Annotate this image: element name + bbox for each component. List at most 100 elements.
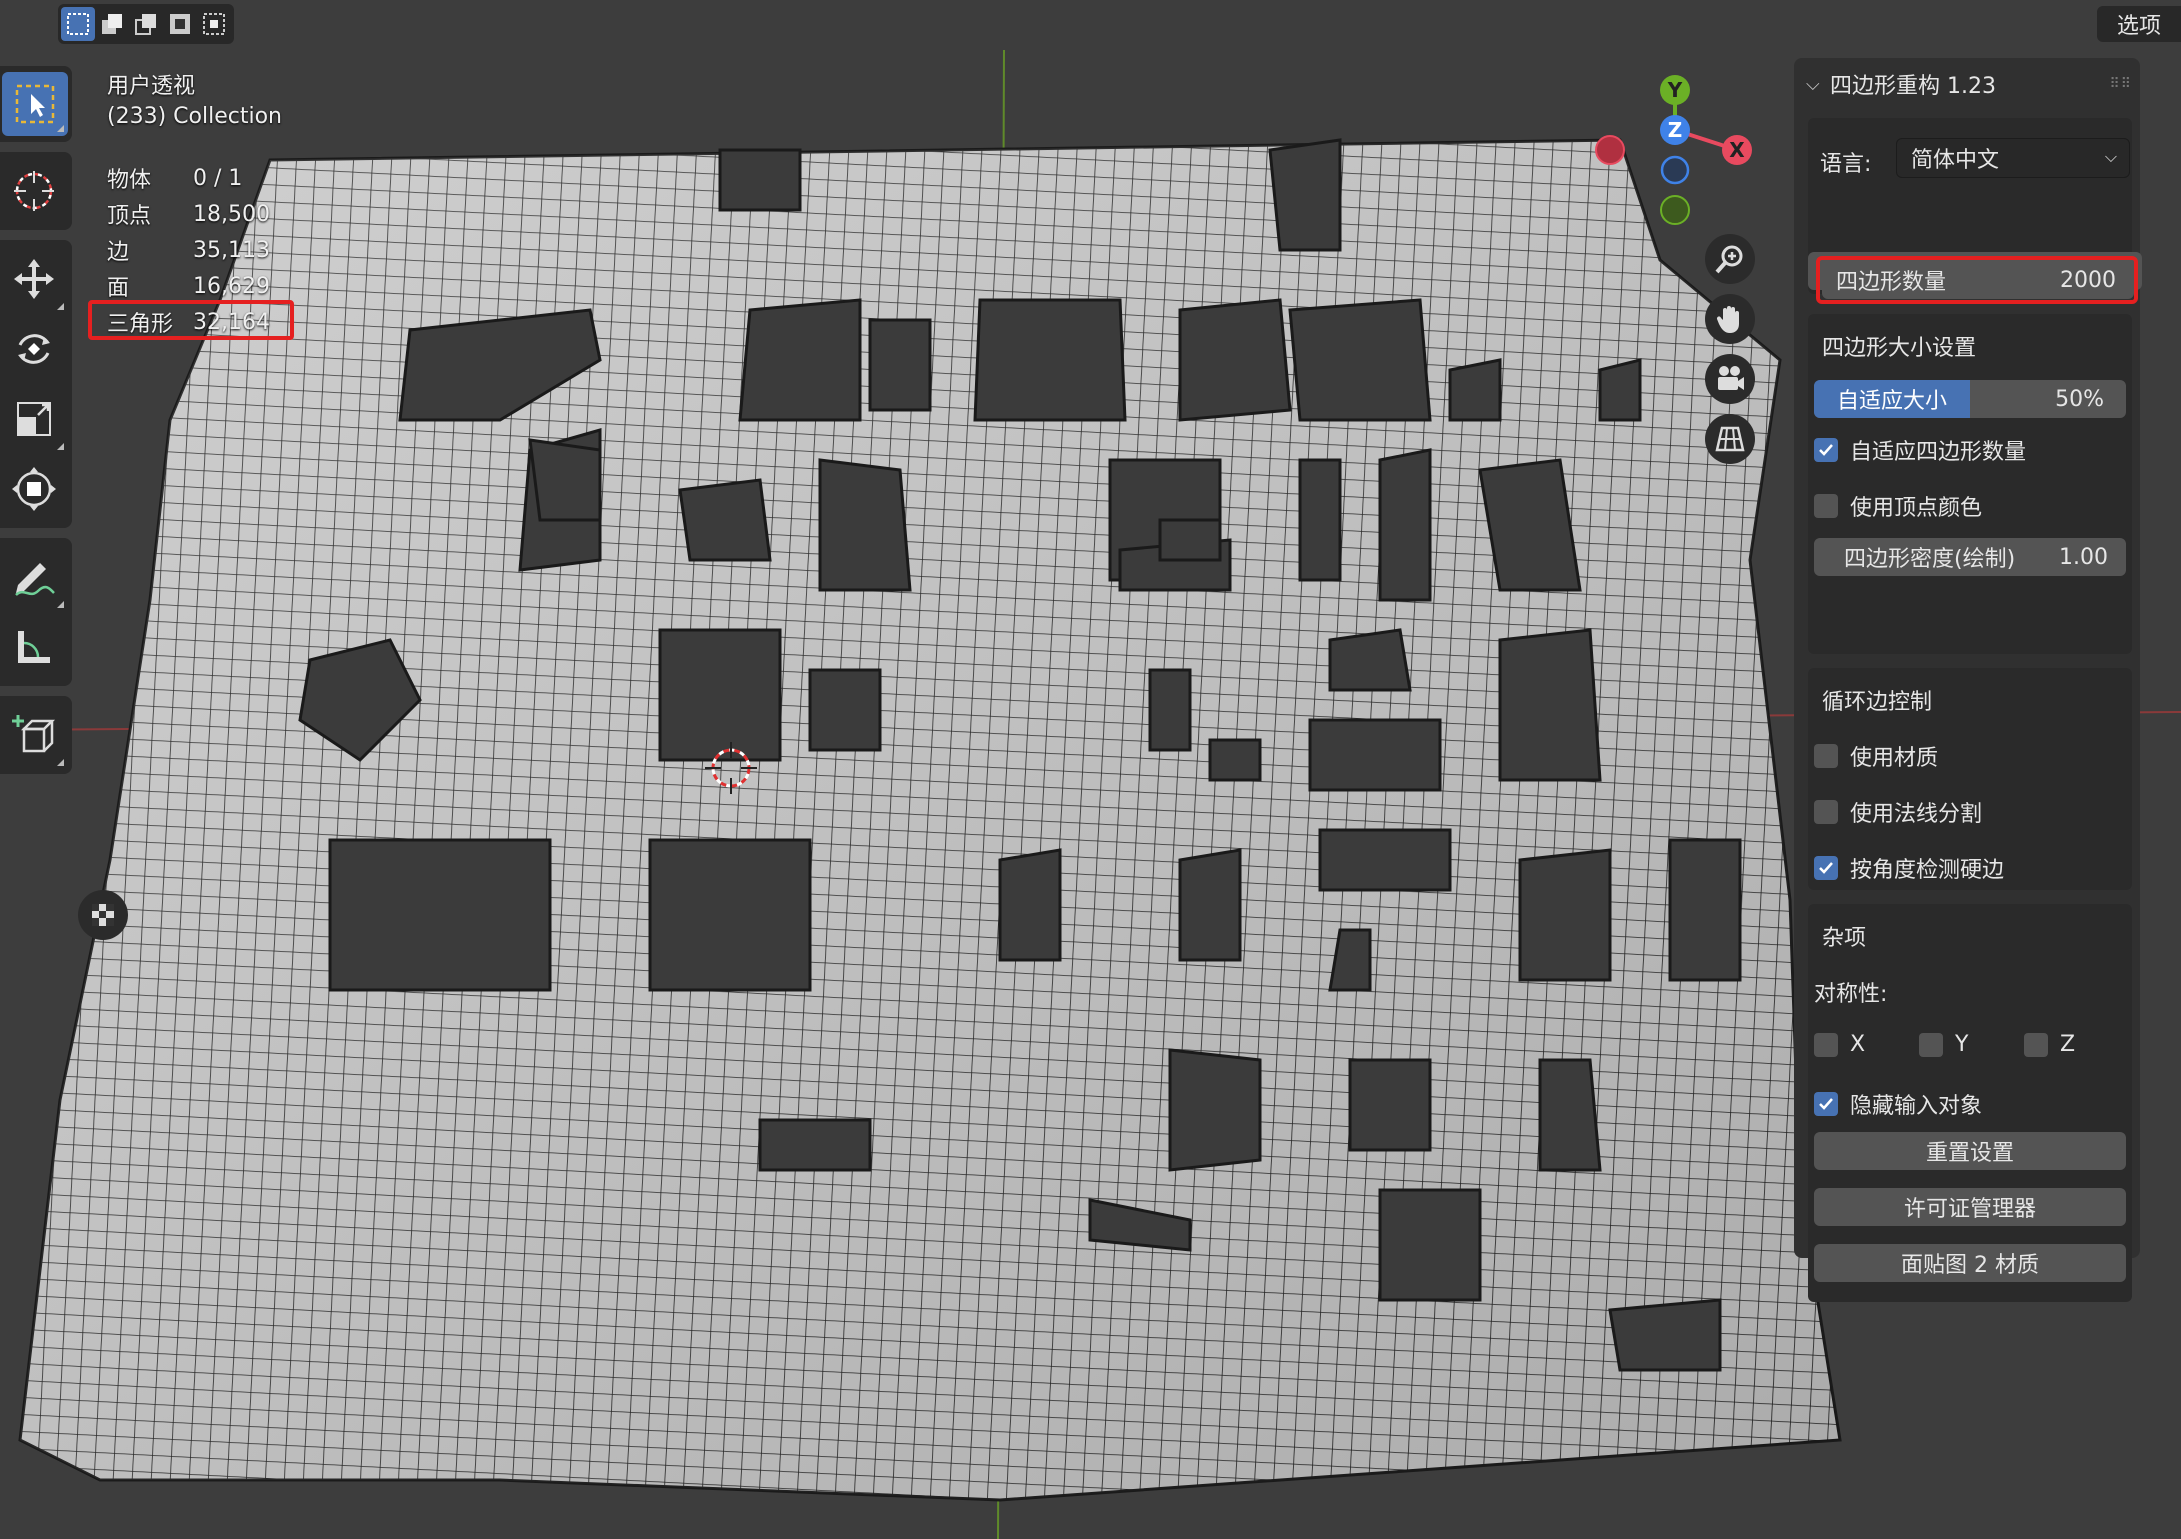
add-cube-icon	[12, 715, 56, 753]
perspective-toggle-button[interactable]	[1705, 414, 1755, 464]
chevron-down-icon: ⌵	[2104, 147, 2117, 166]
stat-vertices: 顶点 18,500	[107, 196, 270, 232]
checker-toggle-button[interactable]	[78, 890, 128, 940]
detect-hard-edges-checkbox[interactable]: 按角度检测硬边	[1814, 852, 2004, 884]
checkbox-label: 使用材质	[1850, 746, 1939, 771]
quad-density-label: 四边形密度(绘制)	[1844, 547, 2016, 572]
chevron-down-icon[interactable]: ⌵	[1806, 74, 1830, 95]
select-new-icon[interactable]	[61, 7, 95, 41]
stat-label: 物体	[107, 168, 152, 193]
collection-label: (233) Collection	[107, 104, 282, 129]
pan-button[interactable]	[1705, 294, 1755, 344]
panel-header[interactable]: ⌵ 四边形重构 1.23 ⠿⠿	[1806, 62, 2140, 106]
transform-icon	[12, 467, 56, 511]
toolbar-group-add	[0, 696, 72, 774]
adaptive-size-label: 自适应大小	[1836, 389, 1947, 414]
quad-density-field[interactable]: 四边形密度(绘制) 1.00	[1814, 538, 2126, 576]
triangles-highlight-box	[88, 300, 294, 340]
transform-tool[interactable]	[0, 454, 68, 524]
stat-edges: 边 35,113	[107, 232, 270, 268]
checkbox-label: 隐藏输入对象	[1850, 1094, 1983, 1119]
camera-view-button[interactable]	[1705, 354, 1755, 404]
svg-text:Z: Z	[1668, 118, 1683, 142]
adaptive-size-value: 50%	[2055, 386, 2104, 412]
options-button[interactable]: 选项	[2097, 6, 2181, 42]
select-box-tool[interactable]	[2, 72, 68, 136]
left-toolbar	[0, 66, 72, 784]
adaptive-quad-count-checkbox[interactable]: 自适应四边形数量	[1814, 434, 2026, 466]
license-manager-button[interactable]: 许可证管理器	[1814, 1188, 2126, 1226]
misc-section-title: 杂项	[1822, 926, 1867, 951]
checkbox-label: 自适应四边形数量	[1850, 440, 2027, 465]
select-intersect-icon[interactable]	[197, 7, 231, 41]
quadremesher-panel: ⌵ 四边形重构 1.23 ⠿⠿ 语言: 简体中文 ⌵ <<一键重构>> 四边形数…	[1794, 58, 2142, 1302]
language-label: 语言:	[1820, 152, 1872, 177]
hide-input-checkbox[interactable]: 隐藏输入对象	[1814, 1088, 1982, 1120]
checkbox-checked-icon	[1814, 1092, 1838, 1116]
viewport-nav-buttons	[1705, 234, 1755, 474]
stat-value: 0 / 1	[193, 165, 243, 191]
checkbox-checked-icon	[1814, 856, 1838, 880]
language-dropdown[interactable]: 简体中文 ⌵	[1896, 138, 2130, 178]
checkbox-checked-icon	[1814, 438, 1838, 462]
stat-label: 面	[107, 276, 130, 301]
symmetry-y-checkbox[interactable]: Y	[1919, 1032, 1968, 1057]
select-extend-icon[interactable]	[95, 7, 129, 41]
add-cube-tool[interactable]	[0, 700, 68, 770]
move-tool[interactable]	[0, 244, 68, 314]
checker-flag-icon	[92, 904, 114, 926]
misc-box: 杂项 对称性: X Y Z 隐藏输入对象 重置设置 许可证管理器 面贴图 2 材…	[1808, 904, 2132, 1302]
checkbox-label: 按角度检测硬边	[1850, 858, 2005, 883]
stat-value: 18,500	[193, 201, 270, 227]
checkbox-label: Y	[1955, 1032, 1969, 1057]
checkbox-label: 使用顶点颜色	[1850, 496, 1983, 521]
symmetry-x-checkbox[interactable]: X	[1814, 1032, 1865, 1057]
selection-mode-group	[58, 4, 234, 44]
select-invert-icon[interactable]	[163, 7, 197, 41]
svg-text:Y: Y	[1667, 78, 1683, 102]
drag-grip-icon[interactable]: ⠿⠿	[2109, 76, 2132, 92]
stat-objects: 物体 0 / 1	[107, 160, 270, 196]
reset-settings-button[interactable]: 重置设置	[1814, 1132, 2126, 1170]
neg-z-axis-handle	[1660, 155, 1690, 185]
checkbox-label: 使用法线分割	[1850, 802, 1983, 827]
pencil-icon	[15, 563, 55, 596]
size-section-title: 四边形大小设置	[1822, 336, 1977, 361]
face-texture-button[interactable]: 面贴图 2 材质	[1814, 1244, 2126, 1282]
stat-value: 16,629	[193, 273, 270, 299]
use-normal-split-checkbox[interactable]: 使用法线分割	[1814, 796, 1982, 828]
3d-cursor-icon	[14, 171, 54, 211]
select-cursor-icon	[15, 84, 55, 124]
annotate-tool[interactable]	[0, 542, 68, 612]
checkbox-empty-icon	[1814, 744, 1838, 768]
quad-density-value: 1.00	[2059, 544, 2108, 570]
checkbox-empty-icon	[1814, 800, 1838, 824]
view-name-label: 用户透视	[107, 74, 196, 99]
use-materials-checkbox[interactable]: 使用材质	[1814, 740, 1938, 772]
quad-count-highlight-box	[1816, 256, 2138, 304]
edge-loop-box: 循环边控制 使用材质 使用法线分割 按角度检测硬边	[1808, 668, 2132, 890]
ruler-icon	[18, 631, 50, 663]
navigation-gizmo[interactable]: X Y Z	[1580, 70, 1770, 240]
toolbar-group-annotate	[0, 538, 72, 686]
scale-tool[interactable]	[0, 384, 68, 454]
neg-y-axis-handle	[1660, 195, 1690, 225]
toolbar-group-transform	[0, 240, 72, 528]
cursor-tool[interactable]	[0, 156, 68, 226]
stat-faces: 面 16,629	[107, 268, 270, 304]
checkbox-label: Z	[2060, 1032, 2076, 1057]
checkbox-empty-icon	[2024, 1032, 2048, 1057]
adaptive-size-slider[interactable]: 自适应大小 50%	[1814, 380, 2126, 418]
select-subtract-icon[interactable]	[129, 7, 163, 41]
panel-title: 四边形重构 1.23	[1830, 74, 1996, 99]
move-arrows-icon	[14, 259, 54, 299]
use-vertex-color-checkbox[interactable]: 使用顶点颜色	[1814, 490, 1982, 522]
measure-tool[interactable]	[0, 612, 68, 682]
symmetry-z-checkbox[interactable]: Z	[2024, 1032, 2075, 1057]
grid-perspective-icon	[1715, 426, 1745, 452]
language-value: 简体中文	[1911, 148, 2000, 173]
stat-label: 顶点	[107, 204, 152, 229]
rotate-tool[interactable]	[0, 314, 68, 384]
zoom-button[interactable]	[1705, 234, 1755, 284]
symmetry-label: 对称性:	[1814, 982, 1888, 1007]
